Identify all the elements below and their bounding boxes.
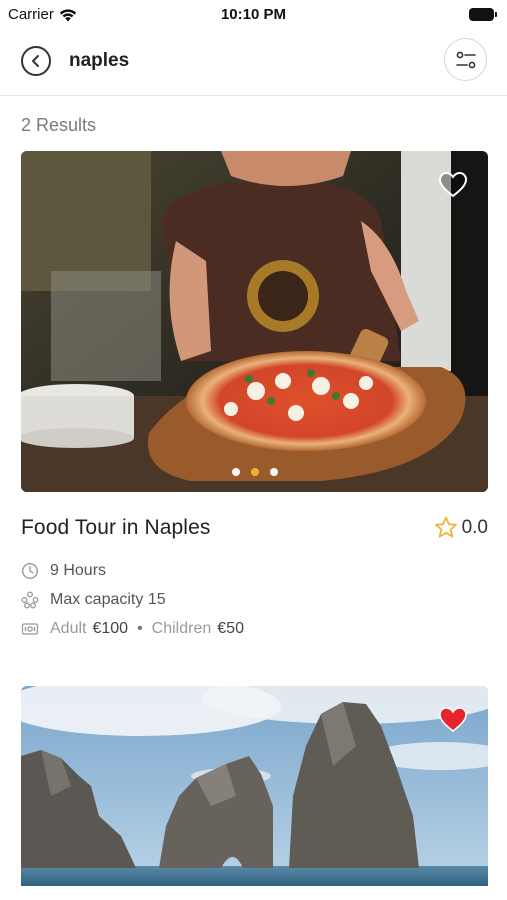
children-price: €50: [217, 619, 244, 637]
duration-text: 9 Hours: [50, 561, 107, 579]
tour-card[interactable]: Food Tour in Naples 0.0 9 Hours Max capa…: [21, 151, 488, 643]
price-row: Adult €100 • Children €50: [21, 614, 488, 643]
header-divider: [0, 95, 507, 96]
group-icon: [21, 591, 39, 608]
clock-icon: [21, 562, 39, 579]
header: naples: [0, 38, 507, 84]
ticket-icon: [21, 622, 39, 635]
price-separator: •: [137, 619, 143, 637]
favorite-heart-filled-icon[interactable]: [438, 706, 468, 734]
carousel-dot[interactable]: [231, 468, 240, 476]
tour-image[interactable]: [21, 686, 488, 886]
rating-value: 0.0: [461, 516, 488, 538]
pizza-chef-photo: [21, 151, 488, 492]
favorite-heart-icon[interactable]: [438, 171, 468, 199]
carousel-dot[interactable]: [269, 468, 278, 476]
rating: 0.0: [434, 516, 488, 539]
filter-button[interactable]: [444, 38, 487, 81]
tour-title[interactable]: Food Tour in Naples: [21, 516, 488, 540]
results-count: 2 Results: [21, 115, 97, 135]
tour-details: 9 Hours Max capacity 15 Adult €100 • Chi…: [21, 556, 488, 643]
adult-price: €100: [92, 619, 129, 637]
carousel-dots: [21, 468, 488, 476]
battery-icon: [469, 8, 497, 21]
status-bar: Carrier 10:10 PM: [0, 0, 507, 28]
tour-image[interactable]: [21, 151, 488, 492]
status-time: 10:10 PM: [220, 6, 287, 23]
capacity-row: Max capacity 15: [21, 585, 488, 614]
chevron-left-icon: [32, 55, 39, 67]
adult-label: Adult: [50, 619, 87, 637]
search-query-title: naples: [69, 50, 130, 71]
carousel-dot-active[interactable]: [250, 468, 259, 476]
capacity-text: Max capacity 15: [50, 590, 166, 608]
back-button[interactable]: [21, 46, 51, 76]
star-outline-icon: [434, 516, 457, 538]
duration-row: 9 Hours: [21, 556, 488, 585]
sea-stacks-photo: [21, 686, 488, 886]
filter-sliders-icon: [455, 51, 476, 68]
tour-card[interactable]: [21, 686, 488, 886]
children-label: Children: [151, 619, 212, 637]
